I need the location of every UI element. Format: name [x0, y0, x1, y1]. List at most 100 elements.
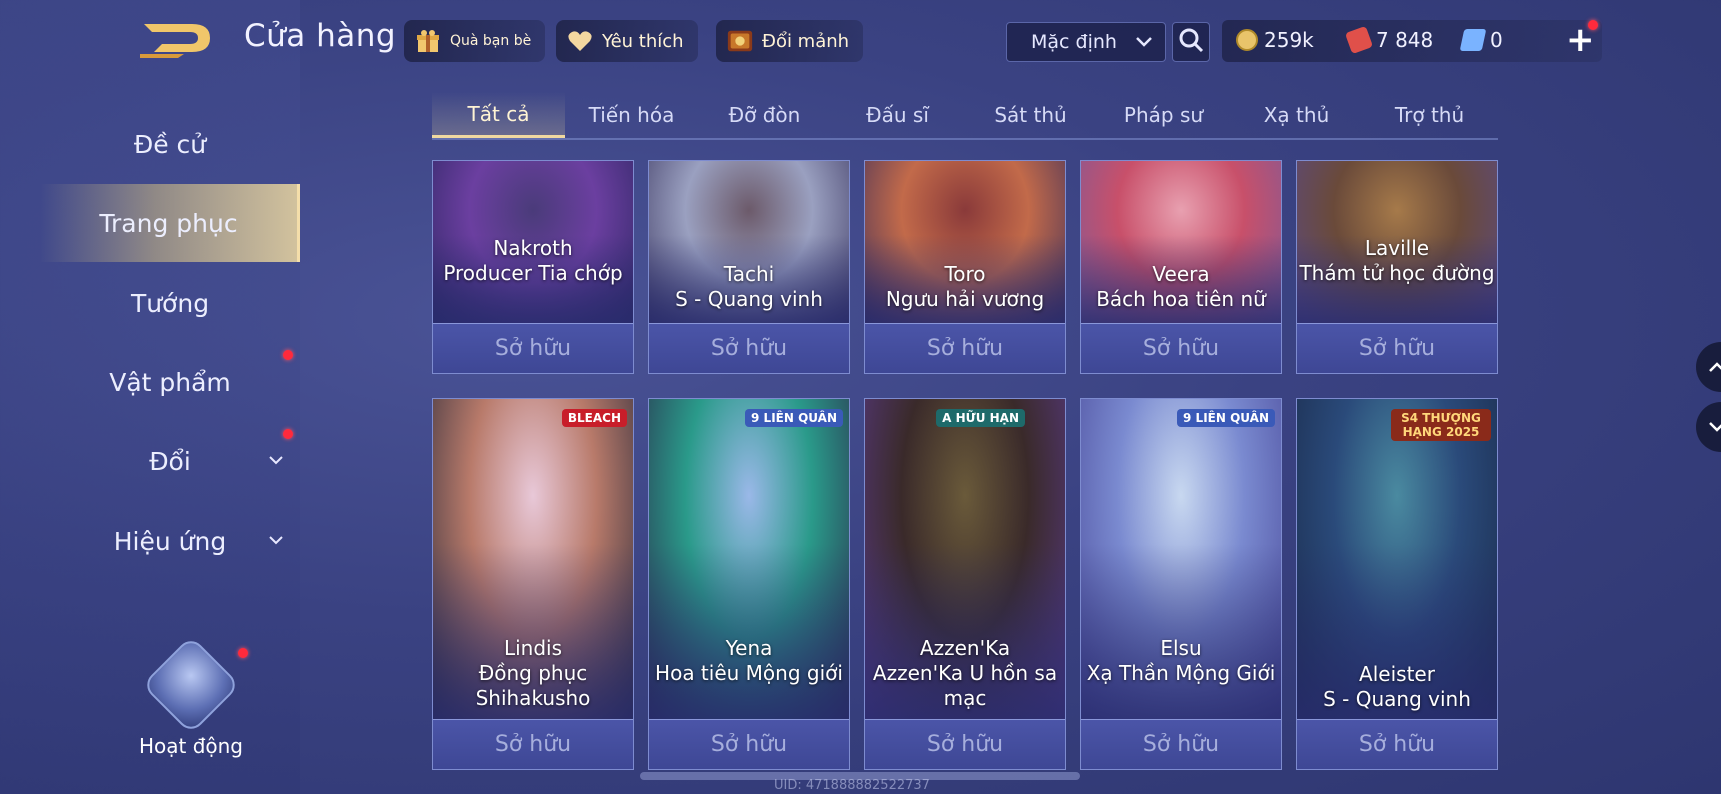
owned-button[interactable]: Sở hữu: [1297, 719, 1497, 769]
skin-card[interactable]: BLEACH Lindis Đồng phục Shihakusho Sở hữ…: [432, 398, 634, 770]
skin-card[interactable]: A HỮU HẠN Azzen'Ka Azzen'Ka U hồn sa mạc…: [864, 398, 1066, 770]
skin-name: Bách hoa tiên nữ: [1096, 287, 1266, 311]
category-tabs: Tất cả Tiến hóa Đỡ đòn Đấu sĩ Sát thủ Ph…: [432, 92, 1498, 140]
back-icon[interactable]: [140, 16, 216, 58]
page-scroll-controls: [1696, 342, 1721, 462]
page-title: Cửa hàng: [244, 18, 397, 54]
owned-button[interactable]: Sở hữu: [1297, 323, 1497, 373]
chevron-down-icon: [268, 533, 284, 549]
hero-name: Elsu: [1160, 636, 1202, 660]
skin-card[interactable]: Nakroth Producer Tia chớp Sở hữu: [432, 160, 634, 374]
skin-name: Hoa tiêu Mộng giới: [655, 661, 843, 685]
hero-name: Nakroth: [493, 236, 573, 260]
favorites-button[interactable]: Yêu thích: [556, 20, 698, 62]
friends-gift-button[interactable]: Quà bạn bè: [404, 20, 546, 62]
tab-assassin[interactable]: Sát thủ: [964, 92, 1097, 138]
owned-button[interactable]: Sở hữu: [1081, 323, 1281, 373]
chip-label: Đổi mảnh: [762, 30, 850, 52]
sidebar-item-heroes[interactable]: Tướng: [40, 275, 300, 331]
bleach-badge: BLEACH: [561, 409, 627, 427]
skin-name: Xạ Thần Mộng Giới: [1086, 661, 1276, 685]
skin-card[interactable]: Laville Thám tử học đường Sở hữu: [1296, 160, 1498, 374]
voucher-currency: 7 848: [1344, 25, 1434, 55]
sidebar-item-label: Tướng: [130, 288, 210, 318]
skin-card[interactable]: 9 LIÊN QUÂN Yena Hoa tiêu Mộng giới Sở h…: [648, 398, 850, 770]
sidebar-item-recommended[interactable]: Đề cử: [40, 116, 300, 172]
crystal-value: 0: [1490, 28, 1503, 52]
season-badge: S4 THƯỢNG HẠNG 2025: [1391, 409, 1491, 441]
skin-name: Ngưu hải vương: [885, 287, 1045, 311]
skin-grid: Nakroth Producer Tia chớp Sở hữu Tachi S…: [432, 160, 1498, 794]
tab-mage[interactable]: Pháp sư: [1097, 92, 1230, 138]
sort-value: Mặc định: [1031, 31, 1117, 53]
tab-support[interactable]: Trợ thủ: [1363, 92, 1496, 138]
owned-button[interactable]: Sở hữu: [865, 719, 1065, 769]
limited-badge: A HỮU HẠN: [936, 409, 1025, 427]
hero-name: Toro: [944, 262, 986, 286]
art-shade: [649, 543, 849, 721]
activity-button[interactable]: Hoạt động: [136, 635, 246, 760]
search-button[interactable]: [1172, 22, 1210, 62]
sidebar-item-label: Trang phục: [99, 208, 238, 238]
tab-marksman[interactable]: Xạ thủ: [1230, 92, 1363, 138]
owned-button[interactable]: Sở hữu: [649, 323, 849, 373]
owned-button[interactable]: Sở hữu: [865, 323, 1065, 373]
hero-name: Lindis: [503, 636, 563, 660]
hero-name: Tachi: [723, 262, 775, 286]
skin-caption: Elsu Xạ Thần Mộng Giới: [1081, 635, 1281, 686]
sort-dropdown[interactable]: Mặc định: [1006, 22, 1166, 62]
notification-dot: [1588, 20, 1598, 30]
owned-button[interactable]: Sở hữu: [433, 323, 633, 373]
sidebar-item-items[interactable]: Vật phẩm: [40, 354, 300, 410]
tab-evolution[interactable]: Tiến hóa: [565, 92, 698, 138]
gift-icon: [414, 27, 442, 55]
owned-button[interactable]: Sở hữu: [1081, 719, 1281, 769]
art-shade: [1081, 543, 1281, 721]
user-id: UID: 471888882522737: [774, 778, 930, 793]
gold-value: 259k: [1264, 28, 1314, 52]
hero-name: Laville: [1364, 236, 1430, 260]
skin-name: Producer Tia chớp: [443, 261, 623, 285]
skin-name: Azzen'Ka U hồn sa mạc: [872, 661, 1058, 710]
search-icon: [1178, 27, 1204, 57]
hero-name: Yena: [725, 636, 773, 660]
sidebar-item-skins[interactable]: Trang phục: [40, 184, 300, 262]
tab-tank[interactable]: Đỡ đòn: [698, 92, 831, 138]
skin-name: S - Quang vinh: [675, 287, 823, 311]
owned-button[interactable]: Sở hữu: [649, 719, 849, 769]
chevron-down-icon[interactable]: [1696, 402, 1721, 452]
skin-name: Đồng phục Shihakusho: [475, 661, 591, 710]
event-badge: 9 LIÊN QUÂN: [745, 409, 843, 427]
shard-chest-icon: [726, 27, 754, 55]
skin-caption: Aleister S - Quang vinh: [1297, 661, 1497, 712]
crystal-currency: 0: [1459, 28, 1503, 52]
skin-card[interactable]: Tachi S - Quang vinh Sở hữu: [648, 160, 850, 374]
sidebar-item-label: Đổi: [149, 446, 191, 476]
voucher-value: 7 848: [1376, 28, 1434, 52]
sidebar-item-exchange[interactable]: Đổi: [40, 433, 300, 489]
notification-dot: [283, 350, 293, 360]
skin-card[interactable]: Veera Bách hoa tiên nữ Sở hữu: [1080, 160, 1282, 374]
chip-label: Yêu thích: [602, 30, 684, 52]
skin-caption: Azzen'Ka Azzen'Ka U hồn sa mạc: [865, 635, 1065, 711]
tab-all[interactable]: Tất cả: [432, 92, 565, 138]
skin-caption: Toro Ngưu hải vương: [865, 261, 1065, 312]
skin-name: S - Quang vinh: [1323, 687, 1471, 711]
exchange-shards-button[interactable]: Đổi mảnh: [716, 20, 864, 62]
gold-currency: 259k: [1236, 28, 1314, 52]
activity-label: Hoạt động: [138, 734, 244, 758]
skin-card[interactable]: Toro Ngưu hải vương Sở hữu: [864, 160, 1066, 374]
chip-label: Quà bạn bè: [450, 33, 532, 49]
skin-caption: Yena Hoa tiêu Mộng giới: [649, 635, 849, 686]
top-bar: Cửa hàng Quà bạn bè Yêu thích Đổi mảnh M…: [0, 0, 1721, 84]
tab-fighter[interactable]: Đấu sĩ: [831, 92, 964, 138]
activity-icon: [141, 635, 241, 735]
sidebar-item-effects[interactable]: Hiệu ứng: [40, 513, 300, 569]
skin-card[interactable]: 9 LIÊN QUÂN Elsu Xạ Thần Mộng Giới Sở hữ…: [1080, 398, 1282, 770]
notification-dot: [238, 648, 248, 658]
skin-card[interactable]: S4 THƯỢNG HẠNG 2025 Aleister S - Quang v…: [1296, 398, 1498, 770]
chevron-up-icon[interactable]: [1696, 342, 1721, 392]
hero-name: Azzen'Ka: [919, 636, 1011, 660]
sidebar-item-label: Hiệu ứng: [113, 526, 227, 556]
owned-button[interactable]: Sở hữu: [433, 719, 633, 769]
